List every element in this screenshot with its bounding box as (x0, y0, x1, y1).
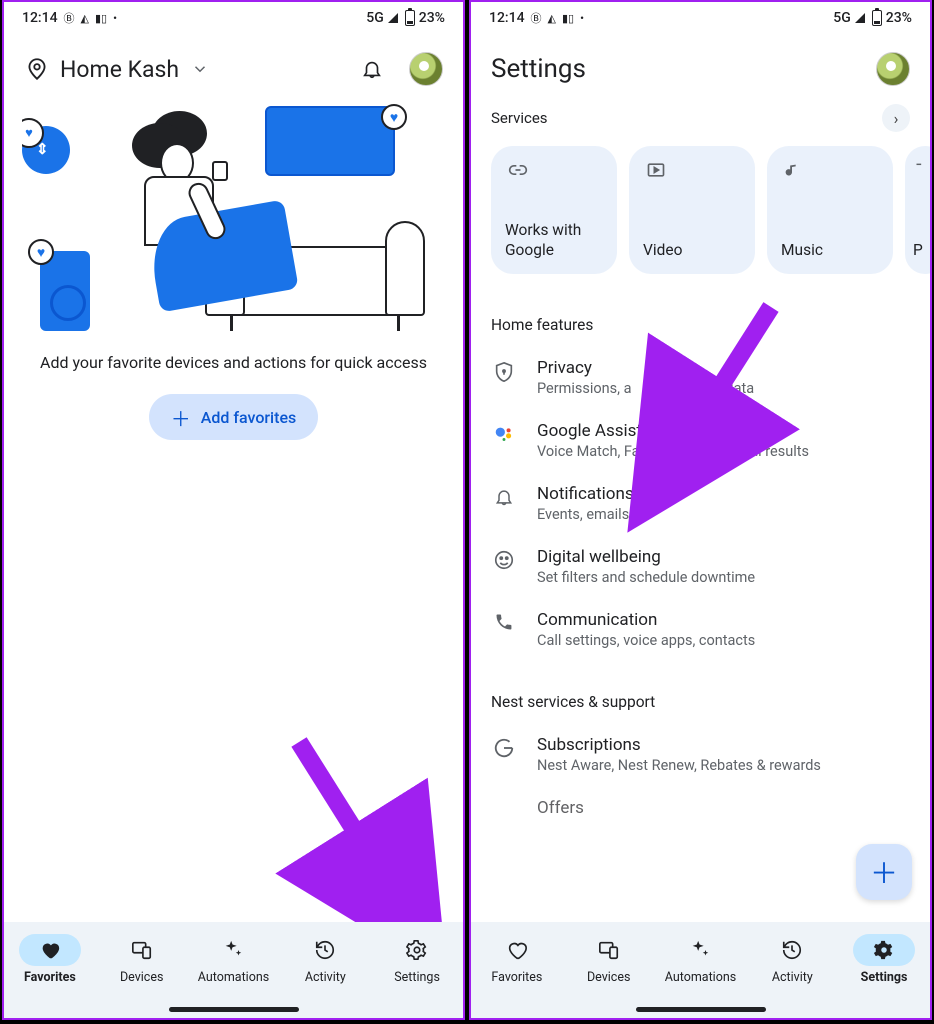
devices-icon (130, 939, 154, 961)
bottom-nav: Favorites Devices Automations Activity S… (4, 922, 463, 1018)
music-note-icon (781, 160, 879, 182)
item-subscriptions[interactable]: Subscriptions Nest Aware, Nest Renew, Re… (471, 723, 930, 786)
profile-avatar[interactable] (409, 52, 443, 86)
gesture-handle[interactable] (169, 1007, 299, 1012)
nav-settings[interactable]: Settings (372, 934, 462, 985)
status-icon: Ⓑ (64, 10, 75, 26)
status-network: 5G (366, 10, 384, 26)
item-privacy[interactable]: Privacy Permissions, accot activity & da… (471, 346, 930, 409)
nav-devices[interactable]: Devices (564, 934, 654, 985)
phone-right-settings: 12:14 Ⓑ ◭ ▮▯ • 5G 23% Settings Services … (469, 0, 932, 1020)
history-icon (314, 939, 336, 961)
history-icon (781, 939, 803, 961)
heart-icon (39, 939, 61, 961)
status-icon: ▮▯ (95, 12, 107, 25)
wellbeing-icon (491, 547, 517, 571)
home-header: Home Kash (4, 30, 463, 96)
nav-favorites[interactable]: Favorites (5, 934, 95, 985)
status-battery-pct: 23% (419, 10, 445, 26)
status-bar: 12:14 Ⓑ ◭ ▮▯ • 5G 23% (4, 2, 463, 30)
bell-icon (491, 484, 517, 508)
page-title: Settings (491, 54, 586, 84)
nav-favorites[interactable]: Favorites (472, 934, 562, 985)
devices-icon (597, 939, 621, 961)
google-g-icon (491, 735, 517, 759)
home-features-heading: Home features (471, 284, 930, 346)
nest-services-heading: Nest services & support (471, 661, 930, 723)
tag-icon (491, 798, 517, 800)
status-icon: ◭ (548, 12, 556, 25)
nav-automations[interactable]: Automations (188, 934, 278, 985)
heart-icon (506, 939, 528, 961)
video-icon (643, 160, 741, 180)
battery-icon (402, 10, 415, 26)
nav-activity[interactable]: Activity (747, 934, 837, 985)
annotation-arrow (279, 732, 459, 942)
card-partial[interactable]: P (905, 146, 930, 274)
favorites-hint-text: Add your favorite devices and actions fo… (4, 341, 463, 388)
card-video[interactable]: Video (629, 146, 755, 274)
fab-add-button[interactable]: ＋ (856, 844, 912, 900)
status-battery-pct: 23% (886, 10, 912, 26)
nav-automations[interactable]: Automations (655, 934, 745, 985)
status-time: 12:14 (489, 10, 525, 26)
status-time: 12:14 (22, 10, 58, 26)
status-dot: • (113, 12, 117, 25)
battery-icon (869, 10, 882, 26)
signal-icon (388, 13, 398, 23)
status-bar: 12:14 Ⓑ ◭ ▮▯ • 5G 23% (471, 2, 930, 30)
nav-devices[interactable]: Devices (97, 934, 187, 985)
status-dot: • (580, 12, 584, 25)
chevron-down-icon[interactable] (191, 60, 209, 78)
status-icon: ▮▯ (562, 12, 574, 25)
sparkles-icon (688, 939, 712, 961)
item-offers[interactable]: Offers (471, 786, 930, 832)
link-icon (505, 160, 603, 180)
status-network: 5G (833, 10, 851, 26)
partial-icon (913, 160, 930, 178)
sparkles-icon (221, 939, 245, 961)
status-icon: Ⓑ (531, 10, 542, 26)
bottom-nav: Favorites Devices Automations Activity S… (471, 922, 930, 1018)
plus-icon: ＋ (171, 403, 191, 432)
gear-icon (873, 939, 895, 961)
settings-header: Settings (471, 30, 930, 98)
item-google-assistant[interactable]: Google Assistant Voice Match, Face Match… (471, 409, 930, 472)
status-icon: ◭ (81, 12, 89, 25)
add-favorites-button[interactable]: ＋ Add favorites (149, 394, 319, 440)
nav-settings[interactable]: Settings (839, 934, 929, 985)
item-digital-wellbeing[interactable]: Digital wellbeing Set filters and schedu… (471, 535, 930, 598)
assistant-icon (491, 421, 517, 445)
card-music[interactable]: Music (767, 146, 893, 274)
item-notifications[interactable]: Notifications Events, emails (471, 472, 930, 535)
gesture-handle[interactable] (636, 1007, 766, 1012)
notifications-bell-icon[interactable] (361, 58, 399, 80)
services-row[interactable]: Services › (471, 98, 930, 142)
gear-icon (406, 939, 428, 961)
nav-activity[interactable]: Activity (280, 934, 370, 985)
services-label: Services (491, 109, 548, 127)
favorites-illustration: ♥⇕ ♥ ♥ (4, 96, 463, 341)
phone-left-favorites: 12:14 Ⓑ ◭ ▮▯ • 5G 23% Home Kash ♥⇕ ♥ (2, 0, 465, 1020)
profile-avatar[interactable] (876, 52, 910, 86)
service-cards-scroller[interactable]: Works with Google Video Music P (471, 142, 930, 284)
home-name-dropdown[interactable]: Home Kash (60, 56, 179, 83)
add-favorites-label: Add favorites (201, 408, 297, 427)
location-pin-icon (24, 56, 50, 82)
card-works-with-google[interactable]: Works with Google (491, 146, 617, 274)
item-communication[interactable]: Communication Call settings, voice apps,… (471, 598, 930, 661)
phone-icon (491, 610, 517, 632)
shield-icon (491, 358, 517, 384)
plus-icon: ＋ (870, 852, 898, 892)
chevron-right-icon: › (882, 104, 910, 132)
signal-icon (855, 13, 865, 23)
